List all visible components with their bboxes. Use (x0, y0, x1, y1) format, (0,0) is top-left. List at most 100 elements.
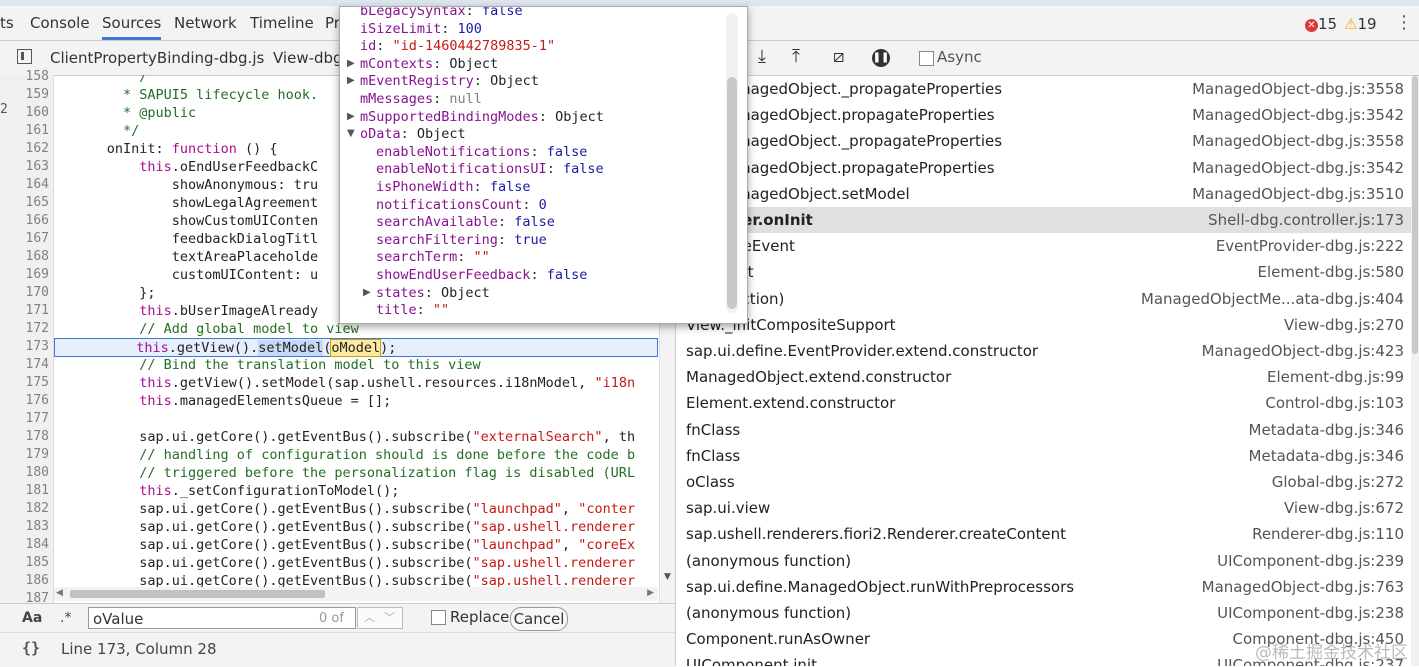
object-preview-popover[interactable]: bLegacySyntax: false iSizeLimit: 100 id: "… (339, 6, 748, 324)
call-frame[interactable]: sap.ui.define.EventProvider.extend.const… (676, 338, 1412, 364)
line-number[interactable]: 167 (26, 230, 49, 248)
line-number[interactable]: 174 (26, 356, 49, 374)
call-frame-location[interactable]: ManagedObject-dbg.js:3542 (1192, 155, 1404, 181)
line-number[interactable]: 177 (26, 410, 49, 428)
call-frame[interactable]: View._initCompositeSupport View-dbg.js:27… (676, 312, 1412, 338)
line-number[interactable]: 168 (26, 248, 49, 266)
find-nav-buttons[interactable]: ︿ ﹀ (357, 607, 403, 629)
call-frame-location[interactable]: ManagedObject-dbg.js:3510 (1192, 181, 1404, 207)
more-menu-icon[interactable]: ⋮ (1395, 12, 1413, 33)
call-frame-location[interactable]: UIComponent-dbg.js:238 (1217, 600, 1404, 626)
tab-sources[interactable]: Sources (102, 6, 162, 40)
call-frame-location[interactable]: ManagedObject-dbg.js:423 (1202, 338, 1404, 364)
line-number[interactable]: 182 (26, 500, 49, 518)
scroll-right-arrow-icon[interactable]: ▶ (647, 588, 654, 598)
popover-property[interactable]: title: "" (376, 302, 449, 319)
call-frame[interactable]: fireEventElement-dbg.js:580 (676, 259, 1412, 285)
tab-network[interactable]: Network (174, 6, 237, 40)
call-frame-location[interactable]: ManagedObjectMe...ata-dbg.js:404 (1141, 286, 1404, 312)
call-frame[interactable]: (anonymous function) UIComponent-dbg.js:2… (676, 600, 1412, 626)
popover-property[interactable]: mSupportedBindingModes: Object (360, 109, 604, 126)
tab-console[interactable]: Console (30, 6, 90, 40)
deactivate-breakpoints-icon[interactable]: ⧄ (833, 46, 844, 67)
line-number[interactable]: 175 (26, 374, 49, 392)
line-number[interactable]: 173 (26, 338, 49, 356)
line-number[interactable]: 161 (26, 122, 49, 140)
line-number[interactable]: 181 (26, 482, 49, 500)
line-number[interactable]: 172 (26, 320, 49, 338)
error-count[interactable]: ✕ 15 (1305, 15, 1337, 33)
call-frame[interactable]: fine.ManagedObject.propagateProperties Ma… (676, 155, 1412, 181)
call-frame[interactable]: sap.ui.define.ManagedObject.runWithPrepr… (676, 574, 1412, 600)
call-frame[interactable]: sap.ui.view View-dbg.js:672 (676, 495, 1412, 521)
popover-property[interactable]: showEndUserFeedback: false (376, 267, 587, 284)
line-number[interactable]: 180 (26, 464, 49, 482)
call-stack-scrollbar[interactable] (1411, 76, 1419, 666)
find-next-icon[interactable]: ﹀ (384, 608, 395, 628)
line-number[interactable]: 184 (26, 536, 49, 554)
call-frame[interactable]: (anonymous function) UIComponent-dbg.js:2… (676, 548, 1412, 574)
popover-property[interactable]: mMessages: null (360, 91, 482, 108)
tab-timeline[interactable]: Timeline (250, 6, 314, 40)
call-frame[interactable]: fine.ManagedObject.propagateProperties Ma… (676, 102, 1412, 128)
line-number[interactable]: 158 (26, 68, 49, 86)
call-frame[interactable]: oClass Global-dbg.js:272 (676, 469, 1412, 495)
popover-property[interactable]: searchAvailable: false (376, 214, 555, 231)
popover-property[interactable]: isPhoneWidth: false (376, 179, 530, 196)
call-frame-location[interactable]: View-dbg.js:270 (1284, 312, 1404, 338)
popover-property[interactable]: searchTerm: "" (376, 249, 490, 266)
call-frame-location[interactable]: ManagedObject-dbg.js:3558 (1192, 128, 1404, 154)
regex-toggle[interactable]: .* (60, 610, 71, 626)
call-frame-location[interactable]: Metadata-dbg.js:346 (1249, 417, 1404, 443)
line-number[interactable]: 179 (26, 446, 49, 464)
file-tab-view[interactable]: View-dbg (273, 41, 343, 75)
call-frame[interactable]: Element.extend.constructor Control-dbg.js… (676, 390, 1412, 416)
call-frame[interactable]: ManagedObject.extend.constructor Element-… (676, 364, 1412, 390)
call-frame[interactable]: ontroller.onInit Shell-dbg.controller.js:… (676, 207, 1412, 233)
line-number[interactable]: 185 (26, 554, 49, 572)
call-frame-location[interactable]: Element-dbg.js:99 (1267, 364, 1404, 390)
expand-triangle-icon[interactable]: ▶ (347, 111, 355, 122)
call-frame-location[interactable]: Metadata-dbg.js:346 (1249, 443, 1404, 469)
replace-checkbox[interactable] (431, 610, 446, 625)
line-number[interactable]: 170 (26, 284, 49, 302)
toggle-navigator-icon[interactable] (17, 49, 32, 64)
call-stack-scroll-thumb[interactable] (1412, 76, 1418, 354)
call-frame-location[interactable]: ManagedObject-dbg.js:3558 (1192, 76, 1404, 102)
cancel-button[interactable]: Cancel (510, 607, 568, 631)
line-number[interactable]: 169 (26, 266, 49, 284)
call-frame-location[interactable]: Control-dbg.js:103 (1265, 390, 1404, 416)
popover-property[interactable]: enableNotificationsUI: false (376, 161, 604, 178)
popover-property[interactable]: mEventRegistry: Object (360, 73, 539, 90)
horizontal-scroll-thumb[interactable] (70, 590, 325, 598)
line-number[interactable]: 164 (26, 176, 49, 194)
expand-triangle-icon[interactable]: ▶ (347, 58, 355, 69)
call-frame-location[interactable]: View-dbg.js:672 (1284, 495, 1404, 521)
file-tab-clientpropertybinding[interactable]: ClientPropertyBinding-dbg.js (50, 41, 264, 75)
popover-property[interactable]: notificationsCount: 0 (376, 197, 547, 214)
line-number[interactable]: 160 (26, 104, 49, 122)
line-number[interactable]: 183 (26, 518, 49, 536)
popover-scrollbar[interactable] (726, 13, 738, 313)
line-number[interactable]: 163 (26, 158, 49, 176)
pause-on-exceptions-icon[interactable]: ❚❚ (872, 49, 890, 67)
popover-property[interactable]: mContexts: Object (360, 56, 498, 73)
scroll-down-arrow-icon[interactable]: ▼ (664, 572, 671, 582)
call-frame[interactable]: vider.fireEventEventProvider-dbg.js:222 (676, 233, 1412, 259)
call-frame[interactable]: fnClass Metadata-dbg.js:346 (676, 417, 1412, 443)
editor-horizontal-scrollbar[interactable]: ◀ ▶ (54, 587, 658, 601)
warning-count[interactable]: ⚠19 (1344, 15, 1377, 33)
call-frame[interactable]: fine.ManagedObject._propagateProperties M… (676, 76, 1412, 102)
popover-property[interactable]: id: "id-1460442789835-1" (360, 38, 555, 55)
call-frame-location[interactable]: EventProvider-dbg.js:222 (1216, 233, 1404, 259)
scroll-left-arrow-icon[interactable]: ◀ (56, 588, 63, 598)
tab-profiles-partial[interactable]: Pr (325, 6, 340, 40)
match-case-toggle[interactable]: Aa (22, 610, 42, 626)
call-frame-location[interactable]: Element-dbg.js:580 (1257, 259, 1404, 285)
pretty-print-icon[interactable]: {} (22, 639, 40, 657)
call-frame[interactable]: fine.ManagedObject.setModel ManagedObject… (676, 181, 1412, 207)
popover-property[interactable]: searchFiltering: true (376, 232, 547, 249)
popover-scroll-thumb[interactable] (727, 77, 737, 309)
find-prev-icon[interactable]: ︿ (364, 608, 375, 628)
call-frame[interactable]: fine.ManagedObject._propagateProperties M… (676, 128, 1412, 154)
